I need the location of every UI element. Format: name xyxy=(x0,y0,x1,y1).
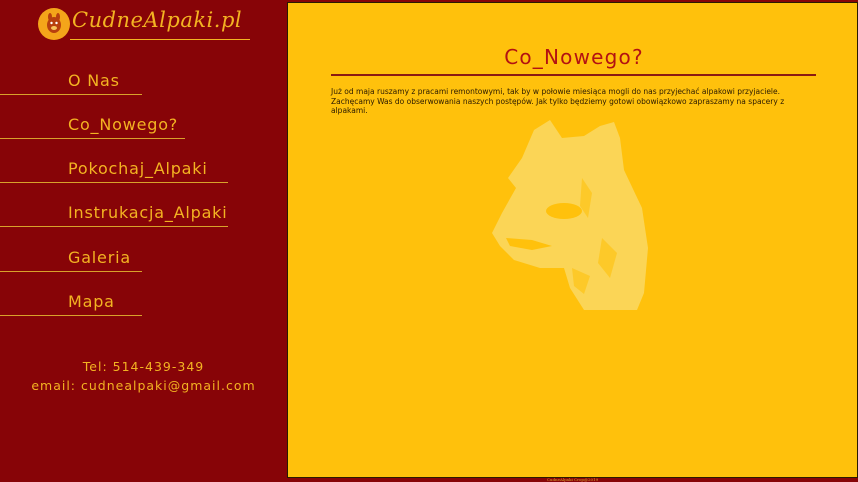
nav-item-instrukacja-alpaki[interactable]: Instrukacja_Alpaki xyxy=(0,203,228,227)
nav-item-co-nowego[interactable]: Co_Nowego? xyxy=(0,115,185,139)
nav-item-label: Pokochaj_Alpaki xyxy=(68,159,208,178)
nav-item-label: Mapa xyxy=(68,292,115,311)
sidebar: CudneAlpaki.pl O Nas Co_Nowego? Pokochaj… xyxy=(0,0,287,481)
site-logo[interactable]: CudneAlpaki.pl xyxy=(36,6,250,42)
contact-phone: Tel: 514-439-349 xyxy=(82,359,205,374)
nav-item-pokochaj-alpaki[interactable]: Pokochaj_Alpaki xyxy=(0,159,228,183)
page-title: Co_Nowego? xyxy=(504,45,644,69)
nav-item-label: Galeria xyxy=(68,248,131,267)
footer-copyright: CudneAlpaki Crop@2019 xyxy=(546,477,599,482)
alpaca-logo-icon xyxy=(38,8,70,40)
contact-email[interactable]: email: cudnealpaki@gmail.com xyxy=(0,378,287,393)
logo-underline xyxy=(70,39,250,40)
nav-item-label: Co_Nowego? xyxy=(68,115,179,134)
nav-item-o-nas[interactable]: O Nas xyxy=(0,71,142,95)
logo-text: CudneAlpaki.pl xyxy=(72,8,243,32)
nav-item-label: Instrukacja_Alpaki xyxy=(68,203,228,222)
title-divider xyxy=(331,74,816,76)
main-content: Co_Nowego? Już od maja ruszamy z pracami… xyxy=(287,2,858,478)
nav-item-label: O Nas xyxy=(68,71,120,90)
alpaca-watermark-icon xyxy=(492,120,648,310)
nav-item-galeria[interactable]: Galeria xyxy=(0,248,142,272)
news-paragraph: Już od maja ruszamy z pracami remontowym… xyxy=(331,87,785,115)
nav-item-mapa[interactable]: Mapa xyxy=(0,292,142,316)
